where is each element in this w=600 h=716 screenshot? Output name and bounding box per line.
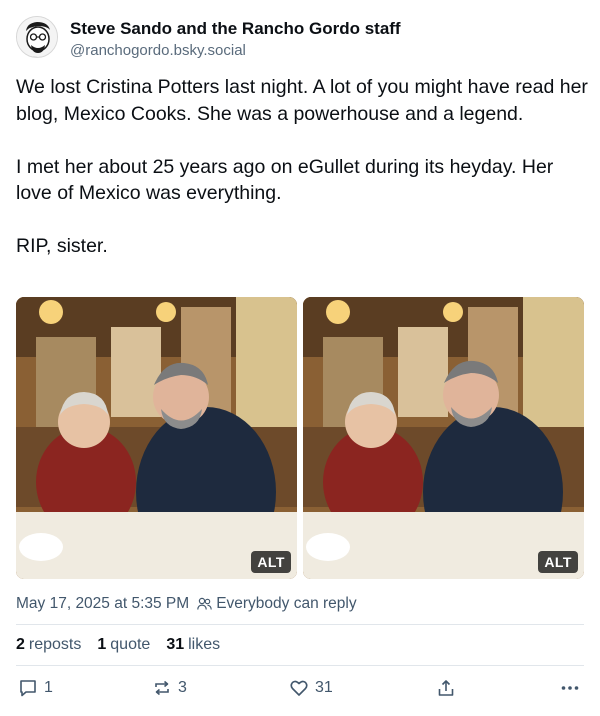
author-handle[interactable]: @ranchogordo.bsky.social [70,41,401,61]
post-paragraph-2: I met her about 25 years ago on eGullet … [16,155,554,205]
ellipsis-icon [561,686,579,690]
reply-setting: Everybody can reply [197,595,357,613]
post-text: We lost Cristina Potters last night. A l… [16,74,588,260]
author-display-name[interactable]: Steve Sando and the Rancho Gordo staff [70,18,401,40]
restaurant-photo-2 [303,297,584,579]
post-images: ALT ALT [16,297,584,579]
quotes-stat[interactable]: 1 quote [97,636,150,654]
repost-icon [155,680,169,696]
repost-count: 3 [178,679,187,696]
reply-button[interactable]: 1 [18,678,53,698]
reply-setting-label: Everybody can reply [216,595,357,612]
author-info[interactable]: Steve Sando and the Rancho Gordo staff @… [70,18,401,61]
heart-icon [290,680,308,696]
likes-label: likes [188,636,221,653]
alt-badge[interactable]: ALT [251,551,291,573]
restaurant-photo-1 [16,297,297,579]
reply-icon [20,680,36,697]
likes-stat[interactable]: 31 likes [166,636,220,654]
reposts-stat[interactable]: 2 reposts [16,636,81,654]
post-paragraph-1: We lost Cristina Potters last night. A l… [16,76,588,125]
post-paragraph-3: RIP, sister. [16,235,108,257]
author-avatar[interactable] [16,16,58,58]
post-actions: 1 3 31 [16,678,584,702]
alt-badge[interactable]: ALT [538,551,578,573]
more-options-button[interactable] [560,678,586,698]
caricature-avatar-icon [17,17,57,57]
post-meta: May 17, 2025 at 5:35 PM Everybody can re… [16,595,357,613]
post-image-1[interactable]: ALT [16,297,297,579]
repost-button[interactable]: 3 [152,678,187,698]
divider [16,624,584,625]
people-icon [197,597,212,610]
like-button[interactable]: 31 [289,678,333,698]
quotes-label: quote [110,636,151,653]
share-button[interactable] [436,678,462,698]
reply-count: 1 [44,679,53,696]
reposts-count: 2 [16,636,25,653]
post-timestamp[interactable]: May 17, 2025 at 5:35 PM [16,595,189,613]
likes-count: 31 [166,636,185,653]
like-count: 31 [315,679,333,696]
divider [16,665,584,666]
post-header: Steve Sando and the Rancho Gordo staff @… [16,14,584,62]
post-stats: 2 reposts 1 quote 31 likes [16,636,220,654]
post-image-2[interactable]: ALT [303,297,584,579]
reposts-label: reposts [28,636,82,653]
quotes-count: 1 [97,636,107,653]
share-icon [438,680,454,696]
